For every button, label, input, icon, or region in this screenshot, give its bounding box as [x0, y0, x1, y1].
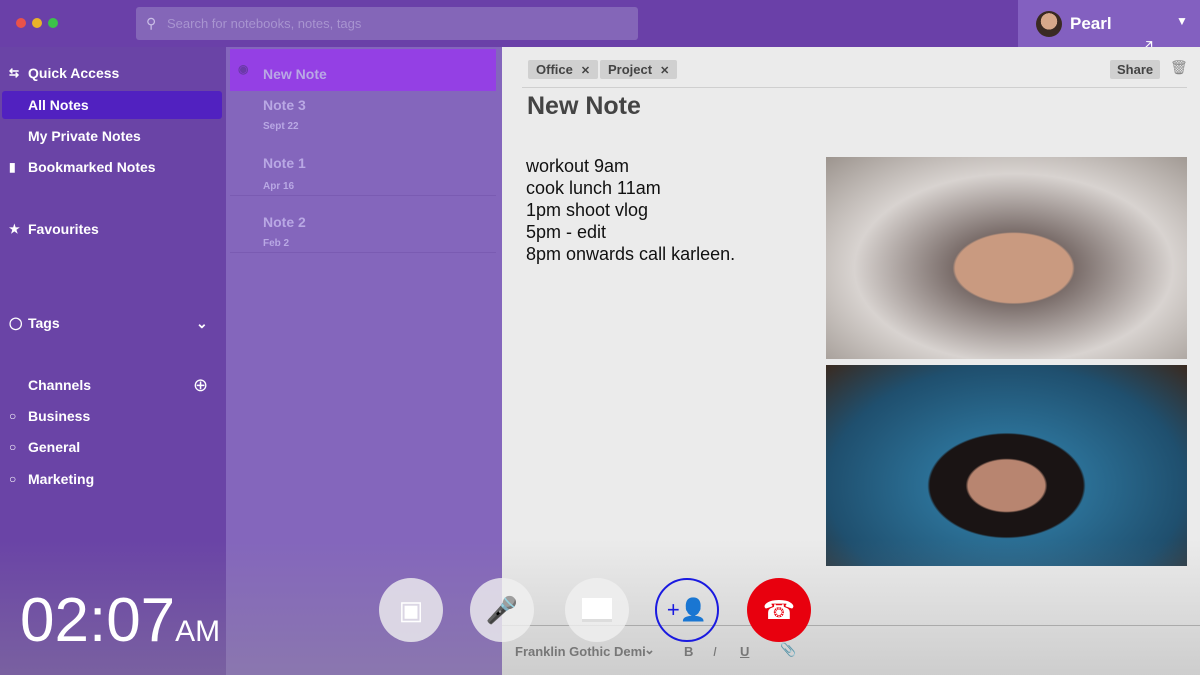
hang-up-icon: ☎: [762, 594, 796, 625]
italic-button[interactable]: I: [713, 644, 717, 659]
chevron-down-icon: ⌄: [644, 642, 655, 657]
end-call-button[interactable]: ☎: [747, 578, 811, 642]
label: General: [28, 439, 81, 455]
note-body[interactable]: workout 9am cook lunch 11am 1pm shoot vl…: [526, 155, 735, 265]
label: My Private Notes: [28, 128, 141, 144]
remove-tag-icon[interactable]: ✕: [660, 65, 669, 77]
note-title: Note 3: [263, 97, 306, 113]
label: All Notes: [28, 97, 89, 113]
sidebar-item-bookmarked[interactable]: ▮ Bookmarked Notes: [0, 153, 222, 181]
top-bar: ⚲ Search for notebooks, notes, tags Pearl…: [0, 0, 1200, 61]
video-tile-participant-2: [826, 365, 1187, 566]
sidebar-item-private-notes[interactable]: My Private Notes: [0, 122, 222, 150]
sidebar-item-favourites[interactable]: ★ Favourites: [0, 215, 222, 243]
channel-marketing[interactable]: ○ Marketing: [0, 465, 222, 493]
user-name: Pearl: [1070, 14, 1112, 33]
camera-button[interactable]: ▣: [379, 578, 443, 642]
label: Favourites: [28, 221, 99, 237]
font-select[interactable]: Franklin Gothic Demi: [515, 644, 646, 659]
tag-chip-project[interactable]: Project ✕: [600, 60, 678, 79]
avatar: [1036, 11, 1062, 37]
tag-icon: ◯: [9, 316, 23, 330]
target-icon: ◉: [238, 62, 249, 76]
chevron-down-icon: ⌄: [196, 315, 208, 331]
note-item[interactable]: Note 3 Sept 22: [230, 91, 496, 149]
note-title: Note 2: [263, 214, 306, 230]
note-title[interactable]: New Note: [527, 92, 641, 121]
note-item[interactable]: Note 1 Apr 16: [230, 149, 496, 196]
note-line: cook lunch 11am: [526, 178, 661, 198]
caret-down-icon: ▼: [1176, 14, 1188, 28]
note-title: New Note: [263, 66, 327, 82]
attachment-icon[interactable]: 📎: [780, 642, 796, 658]
trash-icon[interactable]: 🗑: [1170, 59, 1188, 76]
tag-label: Office: [536, 62, 573, 77]
sidebar-item-all-notes[interactable]: All Notes: [2, 91, 222, 119]
label: Tags: [28, 315, 60, 331]
label: Business: [28, 408, 91, 424]
add-user-icon: +👤: [666, 597, 708, 622]
sidebar-item-quick-access[interactable]: ⇆ Quick Access: [0, 59, 222, 87]
minimize-window-button[interactable]: [32, 18, 42, 28]
label: Bookmarked Notes: [28, 159, 156, 175]
note-line: 8pm onwards call karleen.: [526, 244, 736, 264]
sidebar-item-tags[interactable]: ◯ Tags ⌄: [0, 309, 222, 337]
search-input[interactable]: ⚲ Search for notebooks, notes, tags: [136, 7, 638, 40]
clock-ampm: AM: [175, 615, 221, 648]
remove-tag-icon[interactable]: ✕: [581, 65, 590, 77]
tag-label: Project: [608, 62, 653, 77]
circle-icon: ○: [9, 440, 17, 454]
circle-icon: ○: [9, 472, 17, 486]
channel-general[interactable]: ○ General: [0, 433, 222, 461]
call-clock: 02:07AM: [20, 585, 220, 656]
video-camera-icon: ▣: [398, 594, 424, 625]
note-line: 1pm shoot vlog: [526, 200, 649, 220]
microphone-icon: 🎤: [485, 594, 519, 625]
underline-button[interactable]: U: [740, 644, 749, 659]
microphone-button[interactable]: 🎤: [470, 578, 534, 642]
note-title: Note 1: [263, 155, 306, 171]
label: Quick Access: [28, 65, 120, 81]
bookmark-icon: ▮: [9, 160, 16, 174]
label: Channels: [28, 377, 92, 393]
screen-share-button[interactable]: [565, 578, 629, 642]
note-line: 5pm - edit: [526, 222, 607, 242]
channel-business[interactable]: ○ Business: [0, 402, 222, 430]
circle-icon: ○: [9, 409, 17, 423]
note-date: Sept 22: [263, 121, 299, 132]
divider: [522, 87, 1187, 88]
channels-header: Channels ⊕: [0, 371, 222, 399]
monitor-icon: [582, 598, 612, 622]
add-participant-button[interactable]: +👤: [655, 578, 719, 642]
share-button[interactable]: Share: [1110, 60, 1161, 79]
close-window-button[interactable]: [16, 18, 26, 28]
search-icon: ⚲: [146, 15, 157, 31]
search-placeholder: Search for notebooks, notes, tags: [167, 16, 362, 31]
label: Marketing: [28, 471, 95, 487]
clock-time: 02:07: [20, 586, 176, 655]
video-tile-participant-1: [826, 157, 1187, 359]
bold-button[interactable]: B: [684, 644, 693, 659]
add-channel-icon[interactable]: ⊕: [193, 371, 208, 399]
note-item-new[interactable]: ◉ New Note: [230, 49, 496, 91]
user-menu[interactable]: Pearl ▼: [1018, 0, 1200, 47]
star-icon: ★: [9, 222, 20, 236]
maximize-window-button[interactable]: [48, 18, 58, 28]
tag-chip-office[interactable]: Office ✕: [528, 60, 599, 79]
note-date: Feb 2: [263, 238, 290, 249]
note-item[interactable]: Note 2 Feb 2: [230, 196, 496, 253]
swap-icon: ⇆: [9, 66, 20, 80]
note-date: Apr 16: [263, 181, 295, 192]
note-line: workout 9am: [526, 156, 630, 176]
